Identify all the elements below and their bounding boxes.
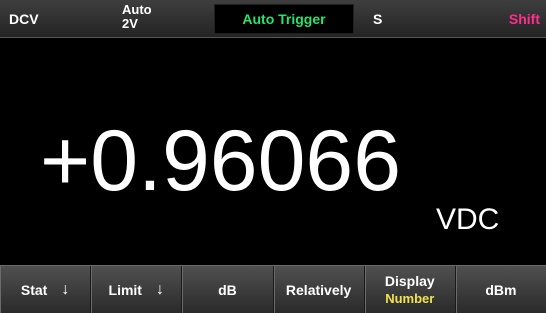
down-arrow-icon: ↓ xyxy=(61,280,70,298)
measurement-unit: VDC xyxy=(436,203,500,236)
measurement-reading: +0.96066 xyxy=(40,113,402,209)
softkey-bar: Stat ↓ Limit ↓ dB Relatively Display Num… xyxy=(0,265,546,313)
softkey-label: dBm xyxy=(485,281,517,298)
down-arrow-icon: ↓ xyxy=(155,280,164,298)
softkey-display-value: Number xyxy=(385,291,435,306)
range-indicator: Auto 2V xyxy=(122,3,152,31)
softkey-db[interactable]: dB xyxy=(182,266,274,313)
meter-screen: DCV Auto 2V Auto Trigger S Shift +0.9606… xyxy=(0,0,546,313)
shift-indicator: Shift xyxy=(508,11,540,27)
softkey-limit[interactable]: Limit ↓ xyxy=(91,266,183,313)
softkey-label: Limit xyxy=(108,281,142,298)
softkey-stat[interactable]: Stat ↓ xyxy=(0,266,92,313)
softkey-label: Stat xyxy=(20,281,48,298)
measure-function: DCV xyxy=(9,11,39,27)
softkey-display[interactable]: Display Number xyxy=(365,266,456,313)
sample-rate: S xyxy=(373,11,383,27)
softkey-label: dB xyxy=(218,281,237,298)
softkey-dbm[interactable]: dBm xyxy=(456,266,546,313)
range-value: 2V xyxy=(122,16,138,31)
softkey-label: Display xyxy=(384,273,435,289)
trigger-mode: Auto Trigger xyxy=(214,4,354,34)
softkey-relatively[interactable]: Relatively xyxy=(274,266,365,313)
status-bar: DCV Auto 2V Auto Trigger S Shift xyxy=(0,0,546,38)
range-mode: Auto xyxy=(122,2,152,17)
softkey-label: Relatively xyxy=(285,281,352,298)
